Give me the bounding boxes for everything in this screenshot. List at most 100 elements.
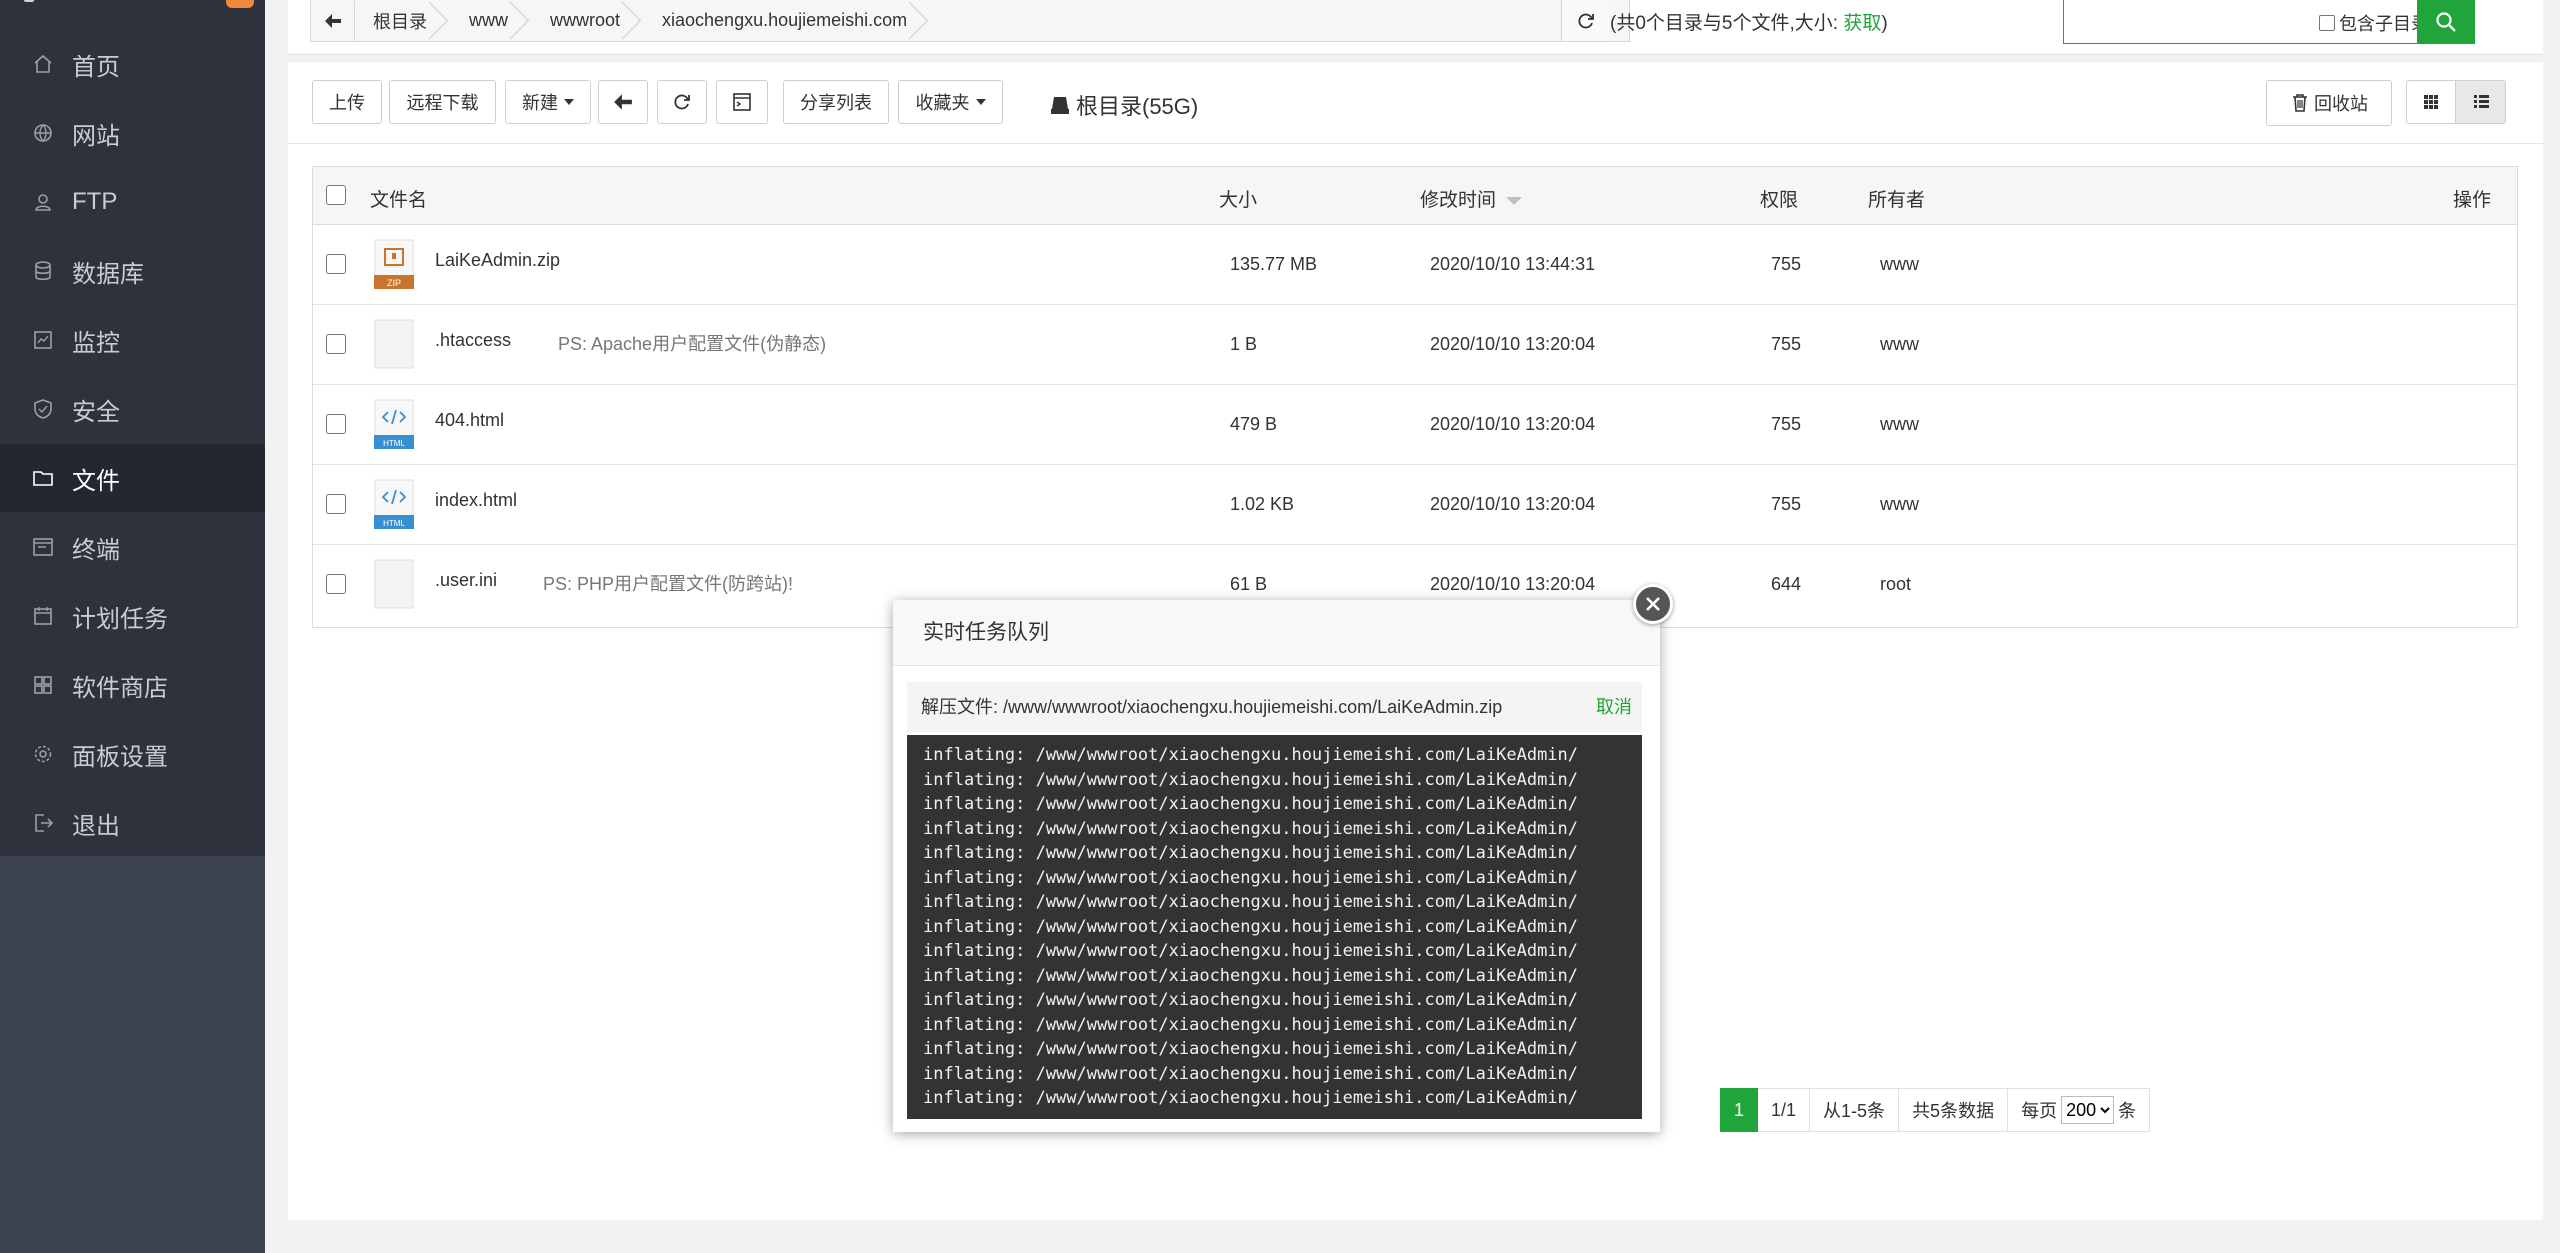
- file-name[interactable]: index.html: [435, 490, 517, 511]
- file-name[interactable]: LaiKeAdmin.zip: [435, 250, 560, 271]
- grid-view-button[interactable]: [2406, 80, 2456, 124]
- toolbar: 上传 远程下载 新建 分享列表 收藏夹 根目录(55G) 回收站: [288, 62, 2543, 144]
- breadcrumb-item[interactable]: xiaochengxu.houjiemeishi.com: [644, 1, 931, 41]
- log-line: inflating: /www/wwwroot/xiaochengxu.houj…: [923, 916, 1579, 937]
- sidebar-item-cron[interactable]: 计划任务: [0, 582, 265, 650]
- sidebar-item-settings[interactable]: 面板设置: [0, 720, 265, 788]
- file-perm[interactable]: 755: [1771, 414, 1801, 435]
- terminal-icon: [733, 93, 751, 111]
- table-row[interactable]: HTML 404.html 479 B 2020/10/10 13:20:04 …: [313, 385, 2517, 465]
- get-size-link[interactable]: 获取: [1843, 13, 1881, 34]
- file-mtime: 2020/10/10 13:20:04: [1430, 574, 1596, 594]
- log-line: inflating: /www/wwwroot/xiaochengxu.houj…: [923, 965, 1579, 986]
- file-perm[interactable]: 644: [1771, 574, 1801, 595]
- log-line: inflating: /www/wwwroot/xiaochengxu.houj…: [923, 990, 1579, 1010]
- sidebar-item-ftp[interactable]: FTP: [0, 168, 265, 236]
- task-cancel-link[interactable]: 取消: [1596, 682, 1632, 732]
- new-button[interactable]: 新建: [505, 80, 591, 124]
- file-owner[interactable]: root: [1880, 574, 1911, 595]
- page-1-button[interactable]: 1: [1720, 1088, 1759, 1132]
- file-owner[interactable]: www: [1880, 334, 1919, 355]
- back-button[interactable]: [311, 0, 355, 41]
- col-header-owner[interactable]: 所有者: [1868, 185, 1925, 212]
- file-owner[interactable]: www: [1880, 494, 1919, 515]
- sidebar-item-store[interactable]: 软件商店: [0, 651, 265, 719]
- log-line: inflating: /www/wwwroot/xiaochengxu.houj…: [923, 745, 1579, 765]
- include-subdir-label: 包含子目录: [2339, 14, 2429, 34]
- chevron-down-icon: [564, 99, 574, 105]
- upload-button[interactable]: 上传: [312, 80, 382, 124]
- col-header-perm[interactable]: 权限: [1760, 185, 1798, 212]
- html-file-icon: HTML: [374, 479, 414, 529]
- table-row[interactable]: .htaccess PS: Apache用户配置文件(伪静态) 1 B 2020…: [313, 305, 2517, 385]
- sidebar-item-website[interactable]: 网站: [0, 99, 265, 167]
- arrow-left-icon: [614, 94, 632, 110]
- checkbox-icon[interactable]: [2319, 15, 2335, 31]
- row-checkbox[interactable]: [326, 574, 346, 594]
- search-button[interactable]: [2417, 0, 2475, 44]
- gear-icon: [32, 743, 54, 765]
- file-name[interactable]: .htaccess: [435, 330, 511, 351]
- list-view-button[interactable]: [2455, 80, 2506, 124]
- disk-root-label[interactable]: 根目录(55G): [1050, 89, 1198, 121]
- sidebar-item-label: 安全: [72, 398, 120, 426]
- sidebar-item-monitor[interactable]: 监控: [0, 306, 265, 374]
- task-log-console[interactable]: inflating: /www/wwwroot/xiaochengxu.houj…: [907, 735, 1642, 1119]
- row-checkbox[interactable]: [326, 254, 346, 274]
- per-page-control: 每页 200 条: [2008, 1088, 2151, 1132]
- include-subdir-checkbox[interactable]: 包含子目录: [2319, 10, 2429, 36]
- file-size: 135.77 MB: [1230, 254, 1318, 274]
- recycle-bin-button[interactable]: 回收站: [2266, 80, 2392, 126]
- dialog-title: 实时任务队列: [893, 600, 1660, 666]
- sidebar-item-label: FTP: [72, 188, 118, 215]
- file-name[interactable]: .user.ini: [435, 570, 497, 591]
- file-mtime: 2020/10/10 13:20:04: [1430, 494, 1596, 514]
- notification-badge[interactable]: [226, 0, 254, 8]
- file-perm[interactable]: 755: [1771, 494, 1801, 515]
- select-all-checkbox[interactable]: [326, 185, 346, 205]
- sidebar-menu: 首页 网站 FTP 数据库 监控 安全 文件 终端 计划任务 软件商店 面板设置…: [0, 0, 265, 856]
- file-name[interactable]: 404.html: [435, 410, 504, 431]
- sidebar-item-database[interactable]: 数据库: [0, 237, 265, 305]
- trash-icon: [2293, 94, 2307, 112]
- file-mtime: 2020/10/10 13:20:04: [1430, 414, 1596, 434]
- sidebar-item-home[interactable]: 首页: [0, 30, 265, 98]
- refresh-button[interactable]: [657, 80, 707, 124]
- terminal-button[interactable]: [716, 80, 768, 124]
- page-range: 从1-5条: [1810, 1088, 1900, 1132]
- breadcrumb-item[interactable]: 根目录: [355, 1, 451, 41]
- row-checkbox[interactable]: [326, 494, 346, 514]
- file-perm[interactable]: 755: [1771, 254, 1801, 275]
- remote-download-button[interactable]: 远程下载: [389, 80, 496, 124]
- row-checkbox[interactable]: [326, 414, 346, 434]
- per-page-select[interactable]: 200: [2061, 1096, 2115, 1124]
- sidebar-item-files[interactable]: 文件: [0, 444, 265, 512]
- sidebar-item-security[interactable]: 安全: [0, 375, 265, 443]
- back-button[interactable]: [598, 80, 648, 124]
- search-icon: [2436, 12, 2456, 32]
- col-header-size[interactable]: 大小: [1219, 185, 1257, 212]
- sidebar-item-label: 退出: [72, 812, 120, 840]
- favorites-button[interactable]: 收藏夹: [898, 80, 1003, 124]
- sidebar-item-logout[interactable]: 退出: [0, 789, 265, 857]
- path-refresh-button[interactable]: [1561, 0, 1609, 41]
- breadcrumb: 根目录 www wwwroot xiaochengxu.houjiemeishi…: [310, 0, 1630, 42]
- file-owner[interactable]: www: [1880, 414, 1919, 435]
- col-header-name[interactable]: 文件名: [370, 185, 427, 212]
- row-checkbox[interactable]: [326, 334, 346, 354]
- table-row[interactable]: HTML index.html 1.02 KB 2020/10/10 13:20…: [313, 465, 2517, 545]
- table-row[interactable]: ZIP LaiKeAdmin.zip 135.77 MB 2020/10/10 …: [313, 225, 2517, 305]
- col-header-mtime[interactable]: 修改时间: [1420, 185, 1523, 212]
- log-line: inflating: /www/wwwroot/xiaochengxu.houj…: [923, 843, 1579, 863]
- log-line: inflating: /www/wwwroot/xiaochengxu.houj…: [923, 941, 1579, 961]
- logo-icon: [24, 0, 34, 2]
- directory-summary: (共0个目录与5个文件,大小: 获取): [1610, 8, 1888, 35]
- close-button[interactable]: [1633, 584, 1673, 624]
- file-owner[interactable]: www: [1880, 254, 1919, 275]
- breadcrumb-item[interactable]: wwwroot: [532, 1, 644, 41]
- share-list-button[interactable]: 分享列表: [783, 80, 889, 124]
- search-input[interactable]: [2064, 0, 2314, 42]
- breadcrumb-item[interactable]: www: [451, 1, 532, 41]
- file-perm[interactable]: 755: [1771, 334, 1801, 355]
- sidebar-item-terminal[interactable]: 终端: [0, 513, 265, 581]
